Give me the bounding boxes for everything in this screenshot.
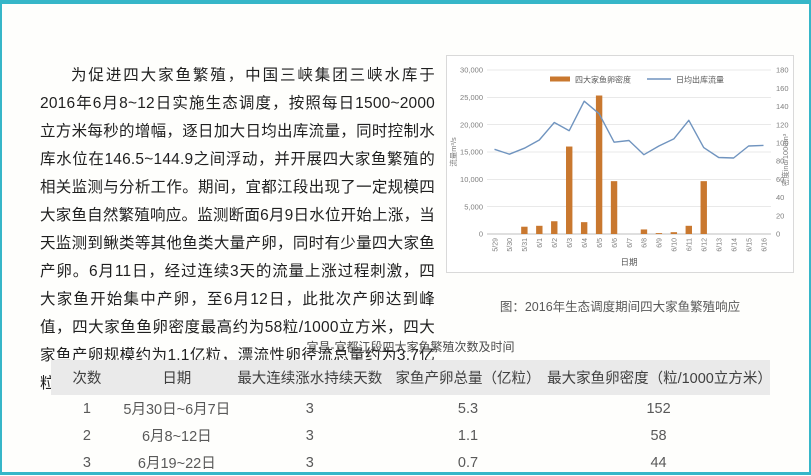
table-row: 26月8~12日31.158 bbox=[51, 422, 770, 449]
table-header-cell: 日期 bbox=[123, 360, 231, 395]
table-header-cell: 最大家鱼卵密度（粒/1000立方米） bbox=[547, 360, 770, 395]
table-cell: 5.3 bbox=[389, 395, 547, 422]
x-axis-tick-label: 6/5 bbox=[597, 238, 604, 248]
right-axis-tick-label: 180 bbox=[776, 66, 789, 75]
table-cell: 6月8~12日 bbox=[123, 422, 231, 449]
table-row: 36月19~22日30.744 bbox=[51, 449, 770, 476]
x-axis-tick-label: 6/2 bbox=[552, 238, 559, 248]
table-header-cell: 最大连续涨水持续天数 bbox=[231, 360, 389, 395]
flow-line bbox=[495, 101, 764, 158]
x-axis-tick-label: 6/12 bbox=[702, 238, 709, 252]
x-axis-tick-label: 6/16 bbox=[761, 238, 768, 252]
table-header-cell: 家鱼产卵总量（亿粒） bbox=[389, 360, 547, 395]
density-bar bbox=[701, 181, 707, 234]
density-bar bbox=[551, 221, 557, 234]
x-axis-tick-label: 5/30 bbox=[507, 238, 514, 252]
table-header-cell: 次数 bbox=[51, 360, 123, 395]
x-axis-tick-label: 6/13 bbox=[716, 238, 723, 252]
right-axis-tick-label: 120 bbox=[776, 120, 789, 129]
left-axis-tick-label: 10,000 bbox=[460, 175, 483, 184]
left-axis-tick-label: 15,000 bbox=[460, 148, 483, 157]
x-axis-tick-label: 6/10 bbox=[672, 238, 679, 252]
density-bar bbox=[521, 227, 527, 234]
right-axis-tick-label: 20 bbox=[776, 211, 784, 220]
density-bar bbox=[596, 96, 602, 234]
density-bar bbox=[581, 222, 587, 234]
right-axis-tick-label: 0 bbox=[776, 230, 780, 239]
page-frame: 为促进四大家鱼繁殖，中国三峡集团三峡水库于2016年6月8~12日实施生态调度，… bbox=[0, 0, 811, 475]
x-axis-tick-label: 6/4 bbox=[582, 238, 589, 248]
table-cell: 3 bbox=[51, 449, 123, 476]
left-axis-tick-label: 0 bbox=[479, 230, 483, 239]
density-bar bbox=[656, 233, 662, 234]
left-axis-tick-label: 25,000 bbox=[460, 93, 483, 102]
x-axis-tick-label: 5/31 bbox=[522, 238, 529, 252]
x-axis-tick-label: 6/15 bbox=[746, 238, 753, 252]
left-axis-title: 流量m³/s bbox=[448, 137, 458, 167]
table-title: 宜昌-宜都江段四大家鱼繁殖次数及时间 bbox=[51, 338, 770, 355]
legend-bar-label: 四大家鱼卵密度 bbox=[575, 75, 631, 85]
right-axis-tick-label: 160 bbox=[776, 84, 789, 93]
table-cell: 2 bbox=[51, 422, 123, 449]
right-axis-tick-label: 40 bbox=[776, 193, 784, 202]
density-bar bbox=[671, 232, 677, 234]
table-body: 15月30日~6月7日35.315226月8~12日31.15836月19~22… bbox=[51, 395, 770, 476]
chart: 0 5,000 10,000 15,000 20,000 25,000 30,000 0 20 4… bbox=[446, 55, 794, 273]
x-axis-tick-label: 6/1 bbox=[537, 238, 544, 248]
x-axis-tick-label: 6/9 bbox=[657, 238, 664, 248]
chart-svg: 0 5,000 10,000 15,000 20,000 25,000 30,000 0 20 4… bbox=[447, 56, 793, 272]
x-axis-tick-label: 6/3 bbox=[567, 238, 574, 248]
x-axis-tick-label: 6/6 bbox=[612, 238, 619, 248]
x-axis-tick-label: 6/8 bbox=[642, 238, 649, 248]
table-row: 15月30日~6月7日35.3152 bbox=[51, 395, 770, 422]
table-cell: 44 bbox=[547, 449, 770, 476]
table-cell: 58 bbox=[547, 422, 770, 449]
table-section: 宜昌-宜都江段四大家鱼繁殖次数及时间 次数日期最大连续涨水持续天数家鱼产卵总量（… bbox=[51, 338, 770, 476]
x-axis-tick-label: 6/14 bbox=[731, 238, 738, 252]
table-cell: 6月19~22日 bbox=[123, 449, 231, 476]
table-cell: 3 bbox=[231, 395, 389, 422]
table-cell: 5月30日~6月7日 bbox=[123, 395, 231, 422]
x-axis-tick-label: 6/7 bbox=[627, 238, 634, 248]
left-axis-tick-label: 5,000 bbox=[464, 202, 483, 211]
left-axis-tick-label: 20,000 bbox=[460, 120, 483, 129]
x-axis-title: 日期 bbox=[620, 257, 637, 267]
table-cell: 1.1 bbox=[389, 422, 547, 449]
right-axis-tick-label: 140 bbox=[776, 102, 789, 111]
breeding-table: 次数日期最大连续涨水持续天数家鱼产卵总量（亿粒）最大家鱼卵密度（粒/1000立方… bbox=[51, 360, 770, 476]
right-axis-title: 密度ind/1000m³ bbox=[780, 133, 790, 186]
table-cell: 3 bbox=[231, 422, 389, 449]
x-axis-tick-label: 5/29 bbox=[492, 238, 499, 252]
density-bar bbox=[566, 147, 572, 234]
table-head: 次数日期最大连续涨水持续天数家鱼产卵总量（亿粒）最大家鱼卵密度（粒/1000立方… bbox=[51, 360, 770, 395]
table-cell: 3 bbox=[231, 449, 389, 476]
x-axis-tick-label: 6/11 bbox=[687, 238, 694, 251]
table-cell: 152 bbox=[547, 395, 770, 422]
density-bar bbox=[686, 226, 692, 234]
density-bar bbox=[641, 229, 647, 234]
chart-caption: 图：2016年生态调度期间四大家鱼繁殖响应 bbox=[446, 296, 794, 315]
density-bar bbox=[536, 226, 542, 234]
density-bar bbox=[611, 181, 617, 234]
left-axis-tick-label: 30,000 bbox=[460, 66, 483, 75]
table-cell: 0.7 bbox=[389, 449, 547, 476]
legend-bar-swatch bbox=[550, 77, 570, 82]
legend-line-label: 日均出库流量 bbox=[676, 75, 724, 85]
table-cell: 1 bbox=[51, 395, 123, 422]
